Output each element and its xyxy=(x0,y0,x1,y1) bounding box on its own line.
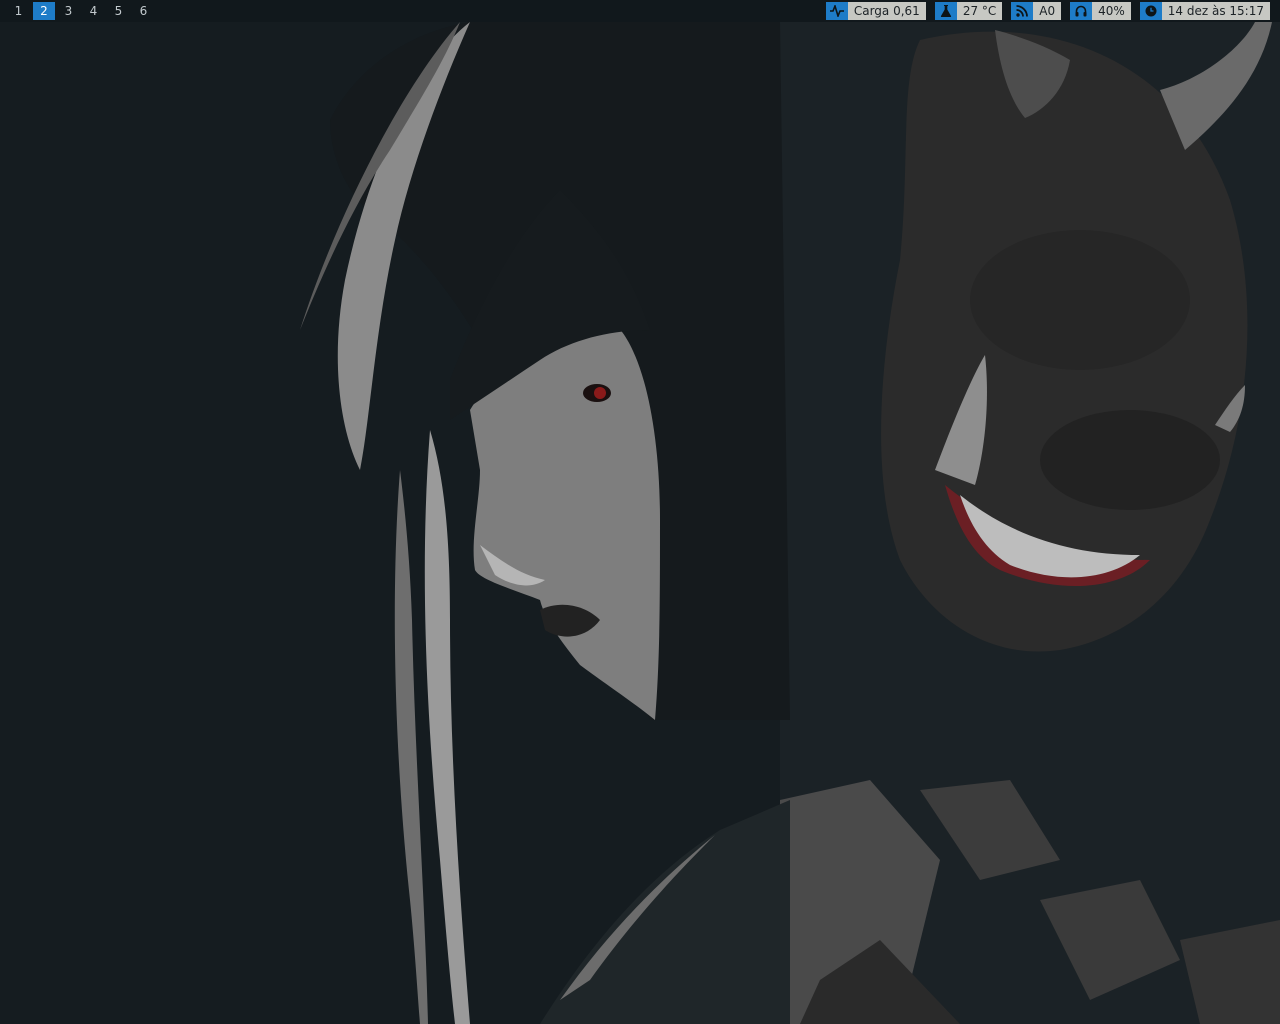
workspace-6-button[interactable]: 6 xyxy=(131,2,156,20)
clock-icon xyxy=(1139,2,1162,20)
workspace-5-button[interactable]: 5 xyxy=(106,2,131,20)
volume-block[interactable]: 40% xyxy=(1070,2,1131,20)
activity-icon xyxy=(825,2,848,20)
headphones-icon xyxy=(1070,2,1093,20)
cpu-load-block[interactable]: Carga 0,61 xyxy=(825,2,926,20)
clock-block[interactable]: 14 dez às 15:17 xyxy=(1139,2,1270,20)
workspace-4-button[interactable]: 4 xyxy=(81,2,106,20)
status-blocks: Carga 0,61 27 °C A0 40% 14 dez às 15:17 xyxy=(825,2,1270,20)
wallpaper-illustration xyxy=(0,0,1280,1024)
cpu-load-value: Carga 0,61 xyxy=(847,2,926,20)
workspace-3-button[interactable]: 3 xyxy=(56,2,81,20)
workspace-switcher: 1 2 3 4 5 6 xyxy=(6,2,156,20)
workspace-2-button[interactable]: 2 xyxy=(33,2,55,20)
volume-value: 40% xyxy=(1092,2,1131,20)
top-status-bar: 1 2 3 4 5 6 Carga 0,61 27 °C A0 40% 14 d… xyxy=(0,0,1280,22)
network-block[interactable]: A0 xyxy=(1011,2,1062,20)
temperature-block[interactable]: 27 °C xyxy=(934,2,1003,20)
temperature-value: 27 °C xyxy=(956,2,1003,20)
workspace-1-button[interactable]: 1 xyxy=(6,2,31,20)
clock-value: 14 dez às 15:17 xyxy=(1161,2,1270,20)
network-value: A0 xyxy=(1033,2,1062,20)
flask-icon xyxy=(934,2,957,20)
rss-icon xyxy=(1011,2,1034,20)
desktop: 1 2 3 4 5 6 Carga 0,61 27 °C A0 40% 14 d… xyxy=(0,0,1280,1024)
